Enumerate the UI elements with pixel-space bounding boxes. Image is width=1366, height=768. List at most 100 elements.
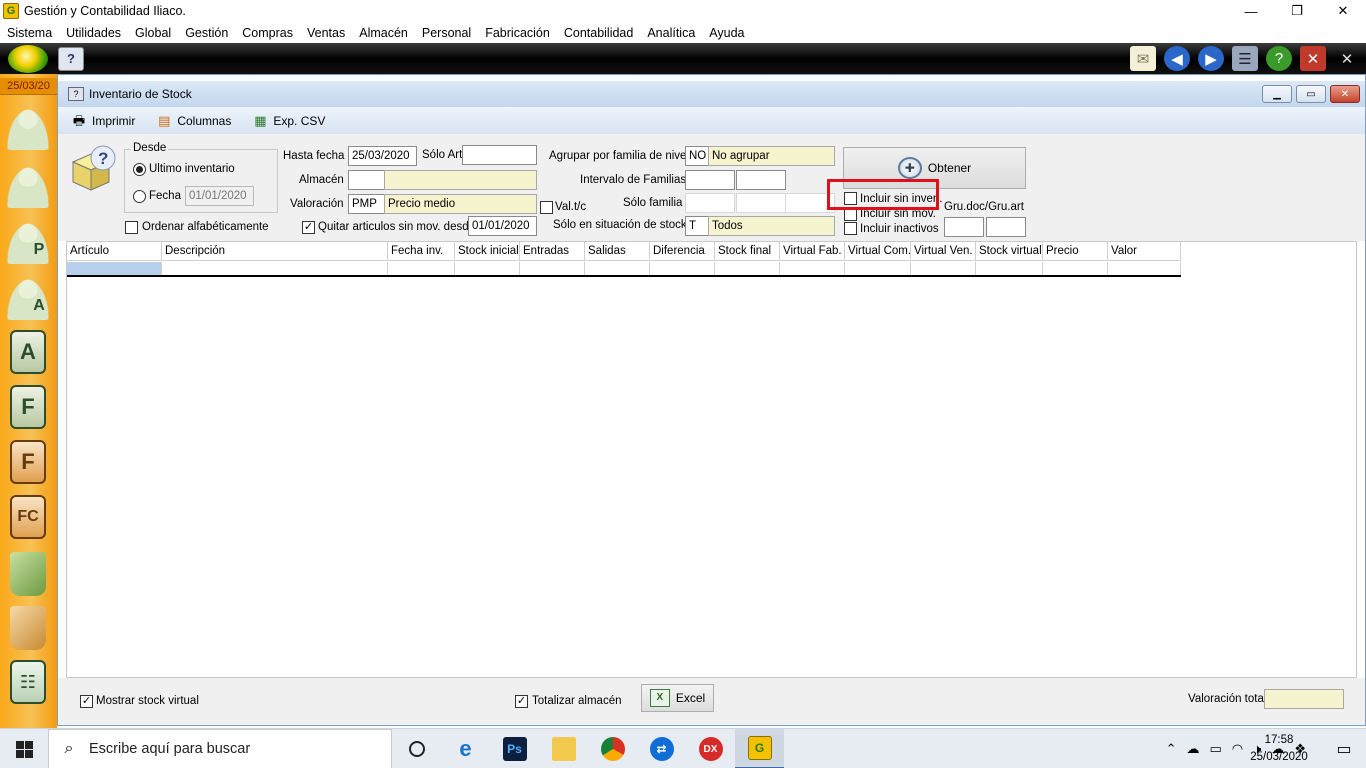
table-cell[interactable] — [780, 262, 845, 275]
window-close-button[interactable]: ✕ — [1330, 85, 1360, 103]
col-descripcion[interactable]: Descripción — [162, 242, 388, 261]
gru-art-field[interactable] — [986, 217, 1026, 237]
fecha-desde-field[interactable]: 01/01/2020 — [185, 186, 254, 206]
quitar-desde-field[interactable]: 01/01/2020 — [468, 216, 537, 236]
mail-icon[interactable]: ✉ — [1130, 46, 1156, 71]
table-cell[interactable] — [388, 262, 455, 275]
menu-compras[interactable]: Compras — [235, 26, 300, 40]
table-cell[interactable] — [520, 262, 585, 275]
window-maximize-button[interactable]: ▭ — [1296, 85, 1326, 103]
totalizar-almacen-checkbox[interactable]: ✓ — [515, 695, 528, 708]
gestion-app-icon[interactable]: G — [735, 729, 784, 768]
windows-list-icon[interactable]: ☰ — [1232, 46, 1258, 71]
solo-familia-field-1[interactable] — [685, 193, 735, 213]
table-cell[interactable] — [1108, 262, 1181, 275]
print-button[interactable]: 🖶 Imprimir — [70, 113, 135, 129]
table-cell[interactable] — [67, 262, 162, 275]
letter-fc-icon[interactable]: FC — [10, 495, 46, 539]
close-button[interactable]: ✕ — [1320, 0, 1366, 22]
user-a-icon[interactable]: A — [5, 276, 51, 320]
taskbar-search-input[interactable]: ⌕ Escribe aquí para buscar — [48, 729, 392, 768]
windows-start-icon[interactable] — [0, 729, 48, 768]
file-explorer-icon[interactable] — [539, 729, 588, 768]
table-cell[interactable] — [585, 262, 650, 275]
cloud-icon[interactable]: ☁ — [1187, 741, 1200, 757]
ordenar-checkbox[interactable] — [125, 221, 138, 234]
dx-icon[interactable]: DX — [686, 729, 735, 768]
valtc-checkbox[interactable] — [540, 201, 553, 214]
col-valor[interactable]: Valor — [1108, 242, 1181, 261]
stock-grid[interactable]: Artículo Descripción Fecha inv. Stock in… — [66, 241, 1357, 678]
gru-doc-field[interactable] — [944, 217, 984, 237]
col-stock-virtual[interactable]: Stock virtual — [976, 242, 1043, 261]
menu-utilidades[interactable]: Utilidades — [59, 26, 128, 40]
user-icon[interactable] — [5, 164, 51, 208]
teamviewer-icon[interactable]: ⇄ — [637, 729, 686, 768]
menu-sistema[interactable]: Sistema — [0, 26, 59, 40]
help-icon[interactable]: ? — [1266, 46, 1292, 71]
menu-ayuda[interactable]: Ayuda — [702, 26, 751, 40]
menu-almacen[interactable]: Almacén — [352, 26, 415, 40]
intervalo-hasta-field[interactable] — [736, 170, 786, 190]
col-virtual-fab[interactable]: Virtual Fab. — [780, 242, 845, 261]
almacen-code-field[interactable] — [348, 170, 385, 190]
close-all-icon[interactable]: ✕ — [1334, 46, 1360, 71]
notifications-icon[interactable]: ▭ — [1322, 729, 1366, 768]
restore-button[interactable]: ❐ — [1274, 0, 1320, 22]
orange-bag-icon[interactable] — [10, 606, 46, 650]
col-diferencia[interactable]: Diferencia — [650, 242, 715, 261]
close-window-icon[interactable]: ✕ — [1300, 46, 1326, 71]
letter-f-orange-icon[interactable]: F — [10, 440, 46, 484]
col-stock-inicial[interactable]: Stock inicial — [455, 242, 520, 261]
users-group-icon[interactable] — [5, 106, 51, 150]
battery-icon[interactable]: ▭ — [1210, 741, 1222, 757]
back-arrow-icon[interactable]: ◀ — [1164, 46, 1190, 71]
wifi-icon[interactable]: ◠ — [1232, 741, 1243, 757]
menu-global[interactable]: Global — [128, 26, 178, 40]
letter-a-icon[interactable]: A — [10, 330, 46, 374]
app-orb-icon[interactable] — [8, 45, 48, 73]
menu-analitica[interactable]: Analítica — [640, 26, 702, 40]
table-cell[interactable] — [715, 262, 780, 275]
menu-fabricacion[interactable]: Fabricación — [478, 26, 557, 40]
window-minimize-button[interactable]: ▁ — [1262, 85, 1292, 103]
excel-button[interactable]: X Excel — [641, 684, 714, 712]
quitar-checkbox[interactable]: ✓ — [302, 221, 315, 234]
solo-art-field[interactable] — [462, 145, 537, 165]
columns-button[interactable]: ▤ Columnas — [155, 113, 231, 129]
photoshop-icon[interactable]: Ps — [490, 729, 539, 768]
chrome-icon[interactable] — [588, 729, 637, 768]
col-virtual-com[interactable]: Virtual Com. — [845, 242, 911, 261]
table-cell[interactable] — [845, 262, 911, 275]
situacion-code-field[interactable]: T — [685, 216, 709, 236]
minimize-button[interactable]: — — [1228, 0, 1274, 22]
valoracion-code-field[interactable]: PMP — [348, 194, 385, 214]
col-precio[interactable]: Precio — [1043, 242, 1108, 261]
table-cell[interactable] — [455, 262, 520, 275]
col-fecha-inv[interactable]: Fecha inv. — [388, 242, 455, 261]
green-bag-icon[interactable] — [10, 552, 46, 596]
fecha-radio[interactable] — [133, 190, 146, 203]
table-row[interactable] — [67, 262, 1181, 277]
col-virtual-ven[interactable]: Virtual Ven. — [911, 242, 976, 261]
ultimo-inventario-radio[interactable] — [133, 163, 146, 176]
intervalo-desde-field[interactable] — [685, 170, 735, 190]
col-articulo[interactable]: Artículo — [67, 242, 162, 261]
menu-personal[interactable]: Personal — [415, 26, 478, 40]
cortana-icon[interactable] — [392, 729, 441, 768]
forward-arrow-icon[interactable]: ▶ — [1198, 46, 1224, 71]
inventory-cube-icon[interactable]: ? — [58, 47, 84, 71]
menu-ventas[interactable]: Ventas — [300, 26, 352, 40]
table-cell[interactable] — [162, 262, 388, 275]
user-p-icon[interactable]: P — [5, 220, 51, 264]
table-cell[interactable] — [976, 262, 1043, 275]
notebook-icon[interactable]: ☷ — [10, 660, 46, 704]
menu-contabilidad[interactable]: Contabilidad — [557, 26, 641, 40]
col-salidas[interactable]: Salidas — [585, 242, 650, 261]
taskbar-clock[interactable]: 17:58 25/03/2020 — [1244, 732, 1314, 766]
chevron-up-icon[interactable]: ⌃ — [1166, 741, 1177, 757]
letter-f-icon[interactable]: F — [10, 385, 46, 429]
mostrar-stock-virtual-checkbox[interactable]: ✓ — [80, 695, 93, 708]
agrupar-code-field[interactable]: NO — [685, 146, 709, 166]
table-cell[interactable] — [911, 262, 976, 275]
